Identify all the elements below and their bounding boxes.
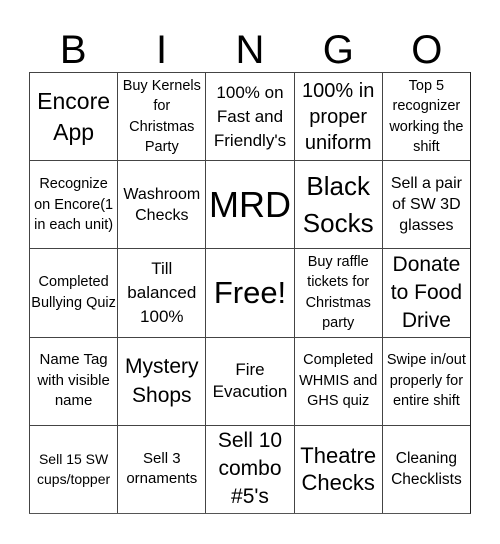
bingo-board: Encore App Buy Kernels for Christmas Par… (29, 72, 471, 514)
bingo-cell[interactable]: Swipe in/out properly for entire shift (381, 336, 470, 425)
bingo-cell[interactable]: Washroom Checks (117, 160, 206, 249)
cell-text: 100% in proper uniform (302, 79, 375, 154)
cell-text: Completed Bullying Quiz (31, 274, 116, 311)
bingo-cell[interactable]: Sell 10 combo #5's (205, 424, 294, 513)
bingo-cell[interactable]: Encore App (29, 72, 118, 161)
cell-text: Theatre Checks (300, 443, 377, 496)
bingo-cell[interactable]: Black Socks (293, 160, 382, 249)
cell-text: Sell 10 combo #5's (217, 429, 283, 509)
bingo-cell[interactable]: Sell 15 SW cups/topper (29, 424, 118, 513)
bingo-cell[interactable]: Cleaning Checklists (381, 424, 470, 513)
bingo-cell[interactable]: Completed Bullying Quiz (29, 248, 118, 337)
cell-text: Till balanced 100% (127, 258, 197, 326)
cell-text: Encore App (37, 87, 111, 145)
header-letter-b: B (59, 28, 87, 72)
free-space-cell[interactable]: Free! (205, 248, 294, 337)
bingo-cell[interactable]: Completed WHMIS and GHS quiz (293, 336, 382, 425)
cell-text: Completed WHMIS and GHS quiz (299, 352, 378, 410)
bingo-cell[interactable]: Theatre Checks (293, 424, 382, 513)
cell-text: Swipe in/out properly for entire shift (386, 352, 466, 410)
cell-text: Black Socks (302, 170, 374, 238)
bingo-cell[interactable]: 100% in proper uniform (293, 72, 382, 161)
bingo-cell[interactable]: Recognize on Encore(1 in each unit) (29, 160, 118, 249)
cell-text: Mystery Shops (125, 355, 199, 408)
cell-text: MRD (209, 183, 291, 225)
cell-text: Recognize on Encore(1 in each unit) (34, 176, 114, 234)
bingo-cell[interactable]: 100% on Fast and Friendly's (205, 72, 294, 161)
bingo-cell[interactable]: Fire Evacution (205, 336, 294, 425)
cell-text: 100% on Fast and Friendly's (213, 82, 287, 150)
cell-text: Buy raffle tickets for Christmas party (305, 253, 371, 332)
bingo-cell[interactable]: Buy raffle tickets for Christmas party (293, 248, 382, 337)
header-letter-g: G (322, 28, 354, 72)
bingo-cell[interactable]: Mystery Shops (117, 336, 206, 425)
header-letter-o: O (411, 28, 443, 72)
bingo-cell[interactable]: Sell 3 ornaments (117, 424, 206, 513)
header-letter-i: I (156, 28, 168, 72)
bingo-cell[interactable]: Donate to Food Drive (381, 248, 470, 337)
bingo-cell[interactable]: Name Tag with visible name (29, 336, 118, 425)
bingo-cell[interactable]: Till balanced 100% (117, 248, 206, 337)
cell-text: Top 5 recognizer working the shift (389, 77, 464, 156)
bingo-cell[interactable]: Buy Kernels for Christmas Party (117, 72, 206, 161)
bingo-header: B I N G O (29, 28, 471, 72)
cell-text: Sell 3 ornaments (126, 449, 198, 488)
bingo-cell[interactable]: Sell a pair of SW 3D glasses (381, 160, 470, 249)
bingo-cell[interactable]: Top 5 recognizer working the shift (381, 72, 470, 161)
cell-text: Fire Evacution (212, 360, 288, 402)
header-letter-n: N (235, 28, 265, 72)
cell-text: Sell a pair of SW 3D glasses (390, 175, 462, 235)
cell-text: Cleaning Checklists (391, 450, 462, 489)
cell-text: Washroom Checks (123, 185, 201, 224)
cell-text: Sell 15 SW cups/topper (37, 450, 111, 488)
bingo-cell[interactable]: MRD (205, 160, 294, 249)
cell-text: Free! (213, 274, 287, 310)
cell-text: Buy Kernels for Christmas Party (122, 77, 201, 156)
cell-text: Name Tag with visible name (37, 351, 110, 410)
cell-text: Donate to Food Drive (390, 252, 462, 332)
